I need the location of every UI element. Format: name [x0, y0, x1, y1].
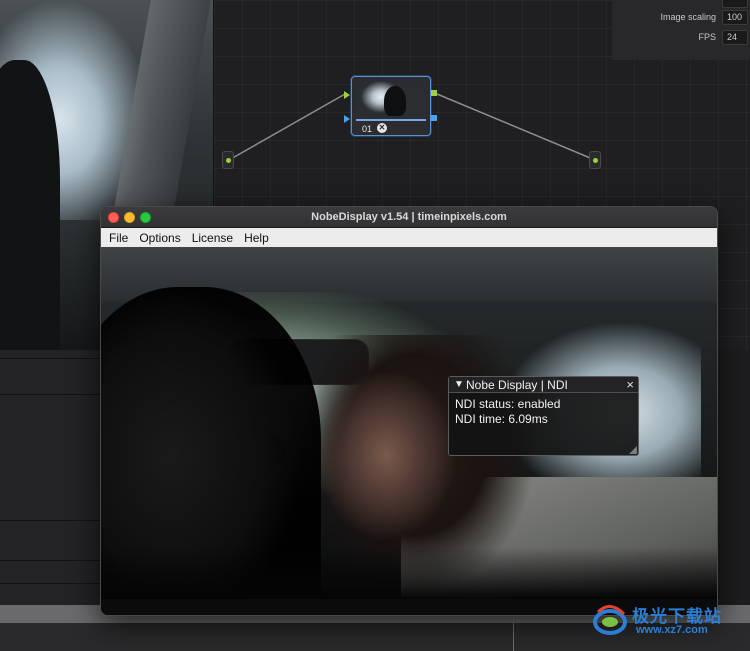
panel-divider — [0, 520, 100, 521]
panel-divider — [0, 560, 100, 561]
fx-badge-icon: ✕ — [377, 123, 387, 133]
clip-node-output-port[interactable] — [431, 90, 437, 96]
fps-field[interactable]: 24 — [722, 29, 748, 45]
inspector-panel: Image scaling 100 FPS 24 — [612, 0, 750, 60]
inspector-row-fps: FPS 24 — [698, 29, 748, 45]
watermark-url-text: www.xz7.com — [636, 624, 708, 636]
menu-file[interactable]: File — [109, 231, 128, 245]
close-icon[interactable]: × — [626, 377, 634, 392]
clip-node-thumbnail — [356, 81, 426, 117]
video-output-frame: ▼ Nobe Display | NDI × NDI status: enabl… — [101, 247, 717, 599]
clip-node-label: 01 — [362, 124, 373, 134]
panel-divider — [0, 358, 100, 359]
lower-left-panel — [0, 350, 100, 605]
inspector-row-image-scaling: Image scaling 100 — [660, 9, 748, 25]
inspector-partial-field[interactable] — [722, 0, 748, 8]
media-out-port[interactable] — [593, 158, 598, 163]
clip-node-input-port[interactable] — [344, 91, 350, 99]
thumbnail-silhouette — [384, 86, 406, 116]
image-scaling-label: Image scaling — [660, 12, 716, 22]
menu-help[interactable]: Help — [244, 231, 269, 245]
inspector-row-partial — [722, 0, 748, 8]
ndi-panel[interactable]: ▼ Nobe Display | NDI × NDI status: enabl… — [448, 376, 639, 456]
right-panel-strip — [718, 350, 750, 605]
ndi-status-text: NDI status: enabled — [455, 397, 561, 411]
image-scaling-field[interactable]: 100 — [722, 9, 748, 25]
clip-node-key-input-port[interactable] — [344, 115, 350, 123]
panel-divider — [0, 394, 100, 395]
clip-node-key-output-port[interactable] — [431, 115, 437, 121]
media-out-node[interactable] — [589, 151, 601, 169]
clip-node-selection-bar — [356, 119, 426, 121]
menu-bar: File Options License Help — [101, 228, 717, 247]
fps-label: FPS — [698, 32, 716, 42]
ndi-panel-header[interactable]: ▼ Nobe Display | NDI × — [449, 377, 638, 393]
media-in-port[interactable] — [226, 158, 231, 163]
ndi-panel-title: Nobe Display | NDI — [466, 378, 568, 392]
video-bottom-shadow — [101, 547, 717, 599]
panel-divider — [0, 583, 100, 584]
resize-handle-icon[interactable] — [629, 446, 637, 454]
ndi-time-text: NDI time: 6.09ms — [455, 412, 548, 426]
nobe-display-window: NobeDisplay v1.54 | timeinpixels.com Fil… — [100, 206, 718, 616]
window-title: NobeDisplay v1.54 | timeinpixels.com — [311, 211, 507, 223]
media-in-node[interactable] — [222, 151, 234, 169]
window-titlebar[interactable]: NobeDisplay v1.54 | timeinpixels.com — [101, 207, 717, 228]
timeline-playhead[interactable] — [513, 612, 514, 651]
menu-options[interactable]: Options — [139, 231, 180, 245]
viewer-person-silhouette — [0, 60, 60, 350]
menu-license[interactable]: License — [192, 231, 233, 245]
watermark-logo-icon — [593, 605, 627, 635]
collapse-triangle-icon[interactable]: ▼ — [454, 379, 464, 390]
clip-node[interactable]: 01 ✕ — [344, 76, 437, 136]
watermark: 极光下载站 www.xz7.com — [592, 600, 747, 644]
